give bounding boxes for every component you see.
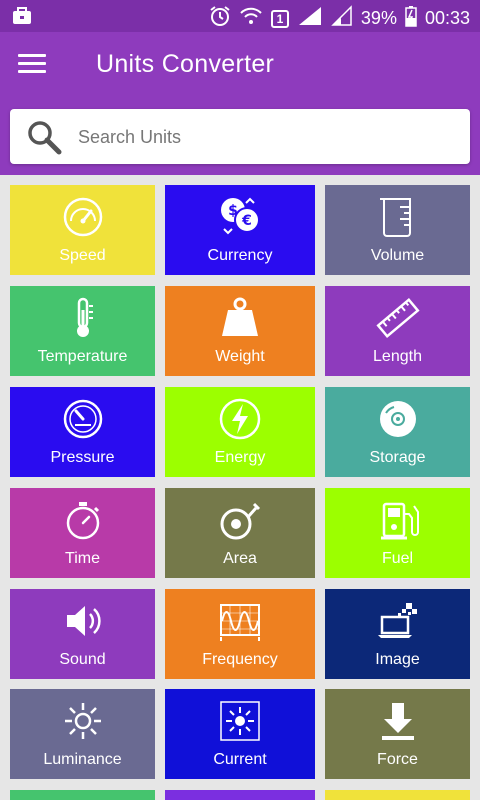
- unit-tile-label: Area: [223, 550, 257, 567]
- ruler-icon: [375, 296, 420, 340]
- unit-tile-fuel[interactable]: Fuel: [325, 488, 470, 578]
- unit-tile-label: Temperature: [37, 348, 128, 365]
- sun-icon: [61, 699, 105, 743]
- app-bar: Units Converter: [0, 32, 480, 100]
- svg-text:€: €: [241, 213, 252, 229]
- weight-icon: [218, 296, 262, 340]
- gauge-icon: [61, 397, 105, 441]
- waveform-icon: [218, 599, 262, 643]
- unit-tile-time[interactable]: Time: [10, 488, 155, 578]
- unit-tile-energy[interactable]: Energy: [165, 387, 315, 477]
- search-icon[interactable]: [26, 119, 62, 155]
- unit-tile-force[interactable]: Force: [325, 689, 470, 779]
- unit-tile-label: Fuel: [381, 550, 414, 567]
- laptop-pixels-icon: [376, 599, 420, 643]
- unit-tile-speed[interactable]: Speed: [10, 185, 155, 275]
- download-arrow-icon: [376, 699, 420, 743]
- signal-weak-icon: [331, 5, 353, 32]
- unit-tile-label: Weight: [215, 348, 265, 365]
- speaker-icon: [61, 599, 105, 643]
- beaker-icon: [376, 195, 420, 239]
- unit-tile-label: Image: [375, 651, 420, 668]
- battery-charging-icon: [405, 5, 417, 32]
- unit-tile-sound[interactable]: Sound: [10, 589, 155, 679]
- clock: 00:33: [424, 8, 470, 28]
- search-area: [0, 100, 480, 175]
- battery-percent: 39%: [360, 8, 397, 28]
- unit-tile-frequency[interactable]: Frequency: [165, 589, 315, 679]
- unit-tile-pressure[interactable]: Pressure: [10, 387, 155, 477]
- unit-tile-partial[interactable]: [325, 790, 470, 800]
- unit-tile-luminance[interactable]: Luminance: [10, 689, 155, 779]
- unit-tile-label: Storage: [369, 449, 426, 466]
- lightning-icon: [218, 397, 262, 441]
- unit-tile-volume[interactable]: Volume: [325, 185, 470, 275]
- unit-tile-temperature[interactable]: Temperature: [10, 286, 155, 376]
- unit-tile-partial[interactable]: [165, 790, 315, 800]
- unit-tile-label: Sound: [59, 651, 106, 668]
- search-box[interactable]: [10, 109, 470, 164]
- signal-icon: [297, 5, 323, 32]
- tape-measure-icon: [218, 498, 262, 542]
- unit-tile-label: Force: [377, 751, 418, 768]
- unit-tile-storage[interactable]: Storage: [325, 387, 470, 477]
- unit-tile-weight[interactable]: Weight: [165, 286, 315, 376]
- unit-tile-label: Volume: [370, 247, 425, 264]
- alarm-icon: [209, 5, 231, 32]
- unit-tile-label: Currency: [207, 247, 273, 264]
- hamburger-menu-icon[interactable]: [18, 54, 46, 78]
- current-icon: [218, 699, 262, 743]
- unit-tile-label: Speed: [59, 247, 106, 264]
- unit-tile-current[interactable]: Current: [165, 689, 315, 779]
- unit-tile-label: Pressure: [50, 449, 115, 466]
- thermometer-icon: [61, 296, 105, 340]
- unit-tile-image[interactable]: Image: [325, 589, 470, 679]
- stopwatch-icon: [61, 498, 105, 542]
- search-input[interactable]: [78, 119, 458, 155]
- unit-tile-currency[interactable]: $ € Currency: [165, 185, 315, 275]
- wifi-icon: [239, 6, 263, 31]
- briefcase-icon: [12, 6, 32, 31]
- speedometer-icon: [61, 195, 105, 239]
- fuel-pump-icon: [376, 498, 420, 542]
- app-title: Units Converter: [96, 50, 275, 78]
- currency-icon: $ €: [218, 195, 262, 239]
- unit-tile-label: Length: [373, 348, 422, 365]
- unit-tile-length[interactable]: Length: [325, 286, 470, 376]
- unit-tile-partial[interactable]: [10, 790, 155, 800]
- unit-tile-label: Time: [65, 550, 100, 567]
- svg-text:$: $: [228, 203, 238, 219]
- status-bar: 1 39% 00:33: [0, 0, 480, 32]
- unit-tile-area[interactable]: Area: [165, 488, 315, 578]
- unit-tile-label: Energy: [214, 449, 266, 466]
- disc-icon: [376, 397, 420, 441]
- sim-badge: 1: [270, 9, 289, 28]
- unit-tile-label: Frequency: [202, 651, 278, 668]
- unit-tile-label: Current: [213, 751, 267, 768]
- unit-tile-label: Luminance: [43, 751, 122, 768]
